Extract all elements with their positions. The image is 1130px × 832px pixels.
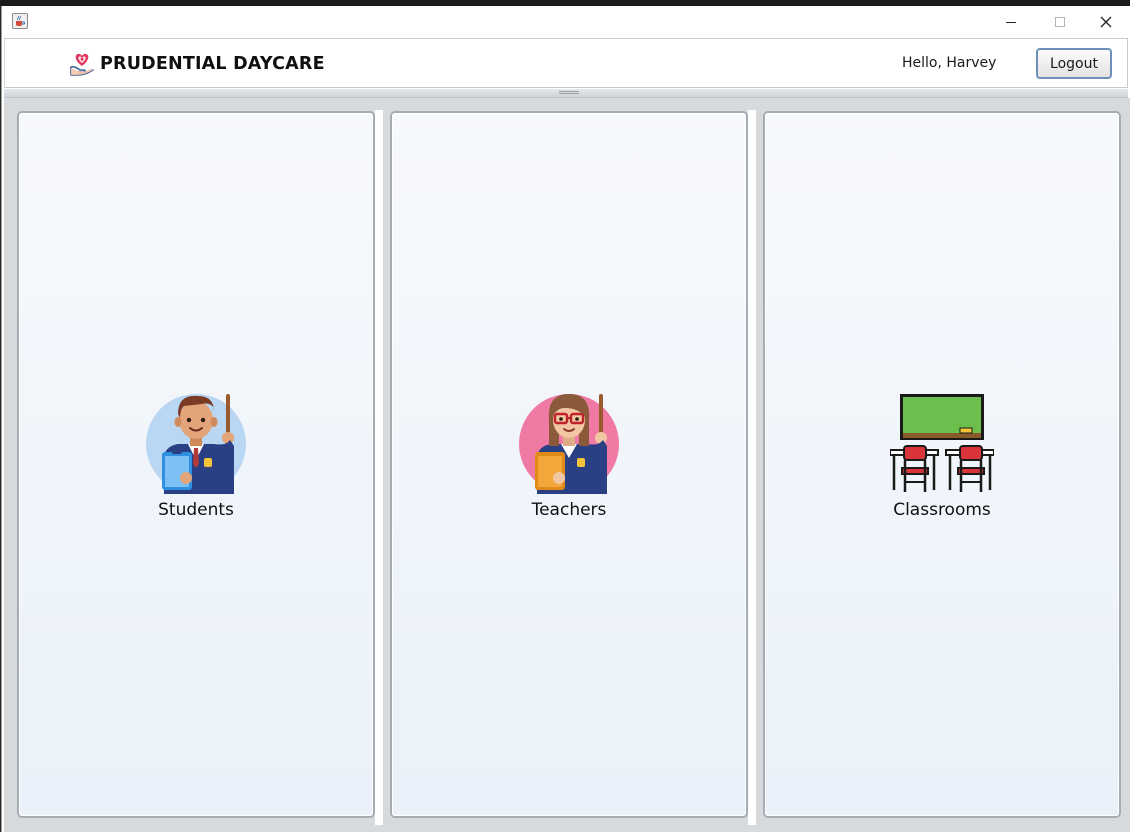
maximize-icon bbox=[1055, 16, 1065, 27]
close-icon bbox=[1100, 16, 1112, 27]
teachers-label: Teachers bbox=[531, 499, 607, 520]
brand: PRUDENTIAL DAYCARE bbox=[69, 51, 325, 77]
splitter-grip-icon bbox=[559, 91, 579, 94]
classroom-desks-icon bbox=[890, 390, 994, 494]
maximize-button[interactable] bbox=[1037, 6, 1083, 37]
close-button[interactable] bbox=[1083, 6, 1129, 37]
panel-divider bbox=[375, 110, 383, 825]
java-cup-icon[interactable] bbox=[12, 13, 28, 29]
students-label: Students bbox=[158, 499, 234, 520]
classrooms-tile[interactable]: Classrooms bbox=[763, 111, 1121, 818]
male-teacher-icon bbox=[144, 390, 248, 494]
app-window: PRUDENTIAL DAYCARE Hello, Harvey Logout bbox=[1, 6, 1130, 832]
minimize-icon bbox=[1006, 21, 1016, 23]
students-tile[interactable]: Students bbox=[17, 111, 375, 818]
minimize-button[interactable] bbox=[988, 6, 1034, 37]
classrooms-label: Classrooms bbox=[893, 499, 991, 520]
heart-hands-logo-icon bbox=[70, 53, 94, 76]
title-bar bbox=[2, 6, 1130, 37]
app-title: PRUDENTIAL DAYCARE bbox=[100, 54, 325, 74]
dashboard-content: Students Teachers Classrooms bbox=[4, 98, 1130, 832]
female-teacher-icon bbox=[517, 390, 621, 494]
panel-divider bbox=[748, 110, 756, 825]
splitter-bar[interactable] bbox=[4, 89, 1128, 98]
app-header: PRUDENTIAL DAYCARE Hello, Harvey Logout bbox=[4, 38, 1128, 88]
logout-button[interactable]: Logout bbox=[1036, 48, 1112, 79]
user-greeting: Hello, Harvey bbox=[902, 55, 997, 71]
teachers-tile[interactable]: Teachers bbox=[390, 111, 748, 818]
